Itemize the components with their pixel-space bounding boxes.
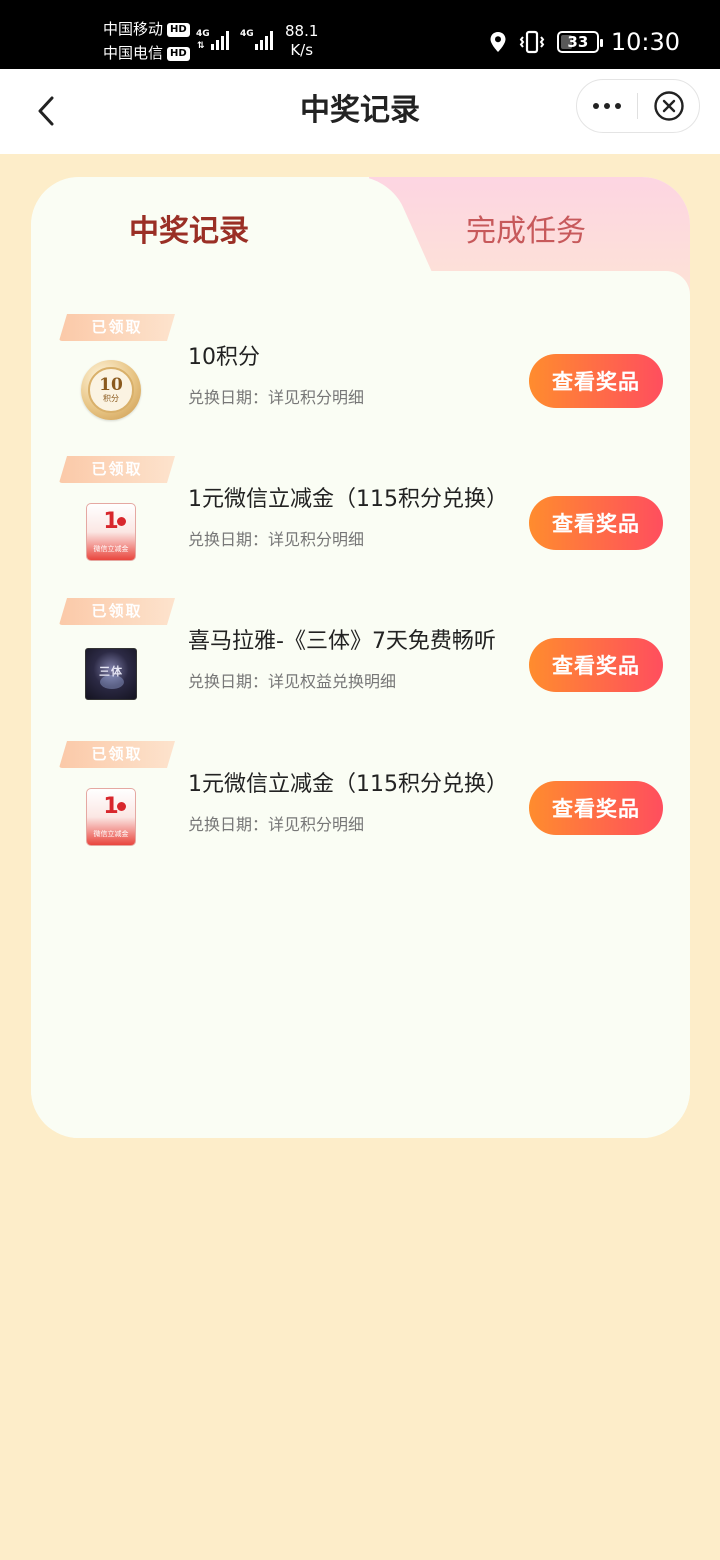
envelope-label: 微信立减金 (93, 545, 129, 553)
red-envelope-icon: 1 微信立减金 (79, 500, 143, 564)
view-prize-button[interactable]: 查看奖品 (529, 354, 663, 408)
envelope-number: 1 (103, 794, 119, 819)
status-badge: 已领取 (59, 456, 175, 483)
battery-level: 33 (567, 33, 589, 51)
red-envelope-icon: 1 微信立减金 (79, 785, 143, 849)
status-badge: 已领取 (59, 598, 175, 625)
prize-title: 10积分 (188, 345, 260, 370)
signal-strength-icon: 4G ⇅ 4G (196, 29, 273, 51)
signal-icons: 4G ⇅ 4G (196, 26, 280, 56)
status-bar: 中国移动 HD 中国电信 HD 4G ⇅ 4G 88.1 K/s 33 10:3… (0, 0, 720, 69)
coin-number: 10 (99, 375, 123, 395)
carrier-1-name: 中国移动 (103, 20, 164, 38)
view-prize-button[interactable]: 查看奖品 (529, 781, 663, 835)
location-icon (490, 32, 506, 52)
network-speed: 88.1 K/s (285, 22, 318, 60)
records-card: 中奖记录 完成任务 已领取 10 积分 10积分 兑换日期：详见积分明细 查看奖… (31, 177, 690, 1138)
book-cover-icon: 三体 (79, 642, 143, 706)
more-dots-icon (604, 103, 610, 109)
list-item: 已领取 1 微信立减金 1元微信立减金（115积分兑换） 兑换日期：详见积分明细… (31, 741, 690, 871)
book-cover-title: 三体 (99, 665, 123, 678)
more-dots-icon (615, 103, 621, 109)
carrier-2-name: 中国电信 (103, 44, 164, 62)
close-button[interactable] (638, 80, 699, 132)
envelope-number: 1 (103, 509, 119, 534)
more-button[interactable] (577, 80, 637, 132)
redeem-date: 兑换日期：详见积分明细 (188, 388, 365, 407)
hd-badge-1: HD (167, 23, 190, 37)
list-item: 已领取 10 积分 10积分 兑换日期：详见积分明细 查看奖品 (31, 314, 690, 444)
list-item: 已领取 三体 喜马拉雅-《三体》7天免费畅听 兑换日期：详见权益兑换明细 查看奖… (31, 598, 690, 728)
status-badge: 已领取 (59, 741, 175, 768)
carrier-2: 中国电信 HD (103, 44, 190, 62)
redeem-date: 兑换日期：详见权益兑换明细 (188, 672, 397, 691)
vibrate-icon (519, 30, 545, 54)
coin-label: 积分 (103, 394, 119, 403)
speed-value: 88.1 (285, 22, 319, 40)
tab-prize-records[interactable]: 中奖记录 (31, 207, 347, 257)
view-prize-button[interactable]: 查看奖品 (529, 638, 663, 692)
redeem-date: 兑换日期：详见积分明细 (188, 530, 365, 549)
prize-title: 1元微信立减金（115积分兑换） (188, 487, 508, 512)
status-badge: 已领取 (59, 314, 175, 341)
prize-title: 喜马拉雅-《三体》7天免费畅听 (188, 629, 496, 654)
close-circle-icon (653, 91, 684, 121)
status-right: 33 10:30 (489, 28, 680, 56)
list-item: 已领取 1 微信立减金 1元微信立减金（115积分兑换） 兑换日期：详见积分明细… (31, 456, 690, 586)
carrier-1: 中国移动 HD (103, 20, 190, 38)
hd-badge-2: HD (167, 47, 190, 61)
battery-icon: 33 (556, 31, 603, 53)
redeem-date: 兑换日期：详见积分明细 (188, 815, 365, 834)
network-type-1: 4G (196, 29, 210, 39)
svg-text:⇅: ⇅ (197, 41, 205, 51)
view-prize-button[interactable]: 查看奖品 (529, 496, 663, 550)
coin-icon: 10 积分 (79, 358, 143, 422)
nav-bar: 中奖记录 (0, 69, 720, 154)
tab-completed-tasks[interactable]: 完成任务 (371, 207, 681, 257)
network-type-2: 4G (240, 29, 254, 39)
more-dots-icon (593, 103, 599, 109)
envelope-label: 微信立减金 (93, 830, 129, 838)
prize-title: 1元微信立减金（115积分兑换） (188, 772, 508, 797)
mini-program-capsule (576, 79, 700, 133)
speed-unit: K/s (290, 41, 314, 59)
clock: 10:30 (610, 28, 680, 56)
